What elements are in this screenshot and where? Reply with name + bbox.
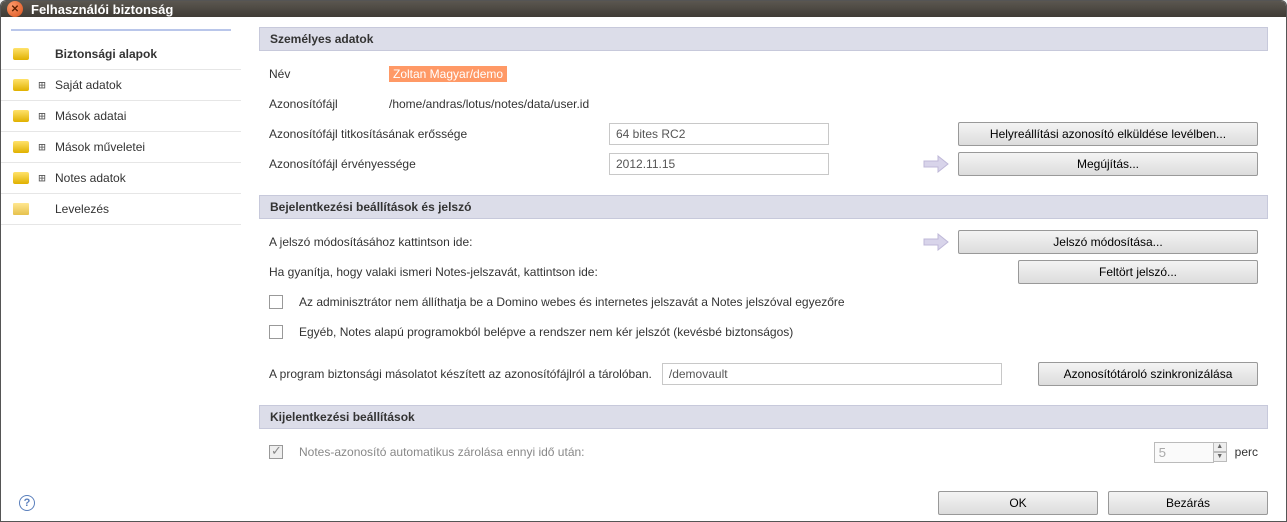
window-close-button[interactable]: ✕ — [7, 1, 23, 17]
sidebar-item-security-basics[interactable]: Biztonsági alapok — [1, 39, 241, 70]
admin-nosync-checkbox[interactable] — [269, 295, 283, 309]
id-expiry-value: 2012.11.15 — [609, 153, 829, 175]
idfile-value: /home/andras/lotus/notes/data/user.id — [389, 97, 1258, 111]
expand-icon[interactable]: ⊞ — [37, 78, 47, 92]
autolock-checkbox — [269, 445, 283, 459]
section-header-logout: Kijelentkezési beállítások — [259, 405, 1268, 429]
sidebar-item-label: Notes adatok — [55, 171, 126, 185]
sidebar-item-label: Levelezés — [55, 202, 109, 216]
section-header-personal: Személyes adatok — [259, 27, 1268, 51]
mail-icon — [13, 203, 29, 215]
expand-icon[interactable]: ⊞ — [37, 171, 47, 185]
spinner-up-icon[interactable]: ▲ — [1213, 442, 1227, 452]
sidebar-item-label: Saját adatok — [55, 78, 122, 92]
autolock-minutes-input[interactable] — [1154, 442, 1214, 463]
idfile-label: Azonosítófájl — [269, 97, 379, 111]
arrow-right-icon — [922, 233, 950, 251]
name-value: Zoltan Magyar/demo — [389, 66, 507, 82]
id-expiry-label: Azonosítófájl érvényessége — [269, 157, 599, 171]
sidebar-item-others-actions[interactable]: ⊞ Mások műveletei — [1, 132, 241, 163]
no-password-other-programs-label: Egyéb, Notes alapú programokból belépve … — [299, 325, 793, 339]
people-icon — [13, 110, 29, 122]
compromised-password-button[interactable]: Feltört jelszó... — [1018, 260, 1258, 284]
section-header-login: Bejelentkezési beállítások és jelszó — [259, 195, 1268, 219]
content-pane: Személyes adatok Név Zoltan Magyar/demo … — [241, 17, 1286, 483]
admin-nosync-label: Az adminisztrátor nem állíthatja be a Do… — [299, 295, 845, 309]
change-password-button[interactable]: Jelszó módosítása... — [958, 230, 1258, 254]
encryption-strength-value: 64 bites RC2 — [609, 123, 829, 145]
arrow-right-icon — [922, 155, 950, 173]
sync-id-vault-button[interactable]: Azonosítótároló szinkronizálása — [1038, 362, 1258, 386]
vault-path-value: /demovault — [662, 363, 1002, 385]
autolock-unit-label: perc — [1235, 445, 1258, 459]
send-recovery-id-button[interactable]: Helyreállítási azonosító elküldése levél… — [958, 122, 1258, 146]
change-password-hint: A jelszó módosításához kattintson ide: — [269, 235, 472, 249]
expand-icon[interactable]: ⊞ — [37, 109, 47, 123]
help-icon[interactable]: ? — [19, 495, 35, 511]
name-label: Név — [269, 67, 379, 81]
sidebar-item-own-data[interactable]: ⊞ Saját adatok — [1, 70, 241, 101]
dialog-footer: ? OK Bezárás — [1, 483, 1286, 522]
close-button[interactable]: Bezárás — [1108, 491, 1268, 515]
person-icon — [13, 79, 29, 91]
renew-button[interactable]: Megújítás... — [958, 152, 1258, 176]
sidebar: Biztonsági alapok ⊞ Saját adatok ⊞ Mások… — [1, 17, 241, 483]
people-gear-icon — [13, 141, 29, 153]
user-security-dialog: ✕ Felhasználói biztonság Biztonsági alap… — [0, 0, 1287, 522]
key-icon — [13, 48, 29, 60]
autolock-label: Notes-azonosító automatikus zárolása enn… — [299, 445, 585, 459]
sidebar-item-others-data[interactable]: ⊞ Mások adatai — [1, 101, 241, 132]
no-password-other-programs-checkbox[interactable] — [269, 325, 283, 339]
spinner-down-icon[interactable]: ▼ — [1213, 452, 1227, 462]
encryption-strength-label: Azonosítófájl titkosításának erőssége — [269, 127, 599, 141]
window-title: Felhasználói biztonság — [31, 2, 173, 17]
sidebar-item-label: Biztonsági alapok — [55, 47, 157, 61]
titlebar: ✕ Felhasználói biztonság — [1, 1, 1286, 17]
autolock-minutes-spinner[interactable]: ▲ ▼ — [1154, 442, 1227, 463]
sidebar-item-label: Mások műveletei — [55, 140, 145, 154]
sidebar-item-notes-data[interactable]: ⊞ Notes adatok — [1, 163, 241, 194]
database-icon — [13, 172, 29, 184]
vault-backup-hint: A program biztonsági másolatot készített… — [269, 367, 652, 381]
compromised-password-hint: Ha gyanítja, hogy valaki ismeri Notes-je… — [269, 265, 598, 279]
expand-icon[interactable]: ⊞ — [37, 140, 47, 154]
sidebar-item-label: Mások adatai — [55, 109, 126, 123]
ok-button[interactable]: OK — [938, 491, 1098, 515]
sidebar-item-mail[interactable]: Levelezés — [1, 194, 241, 225]
